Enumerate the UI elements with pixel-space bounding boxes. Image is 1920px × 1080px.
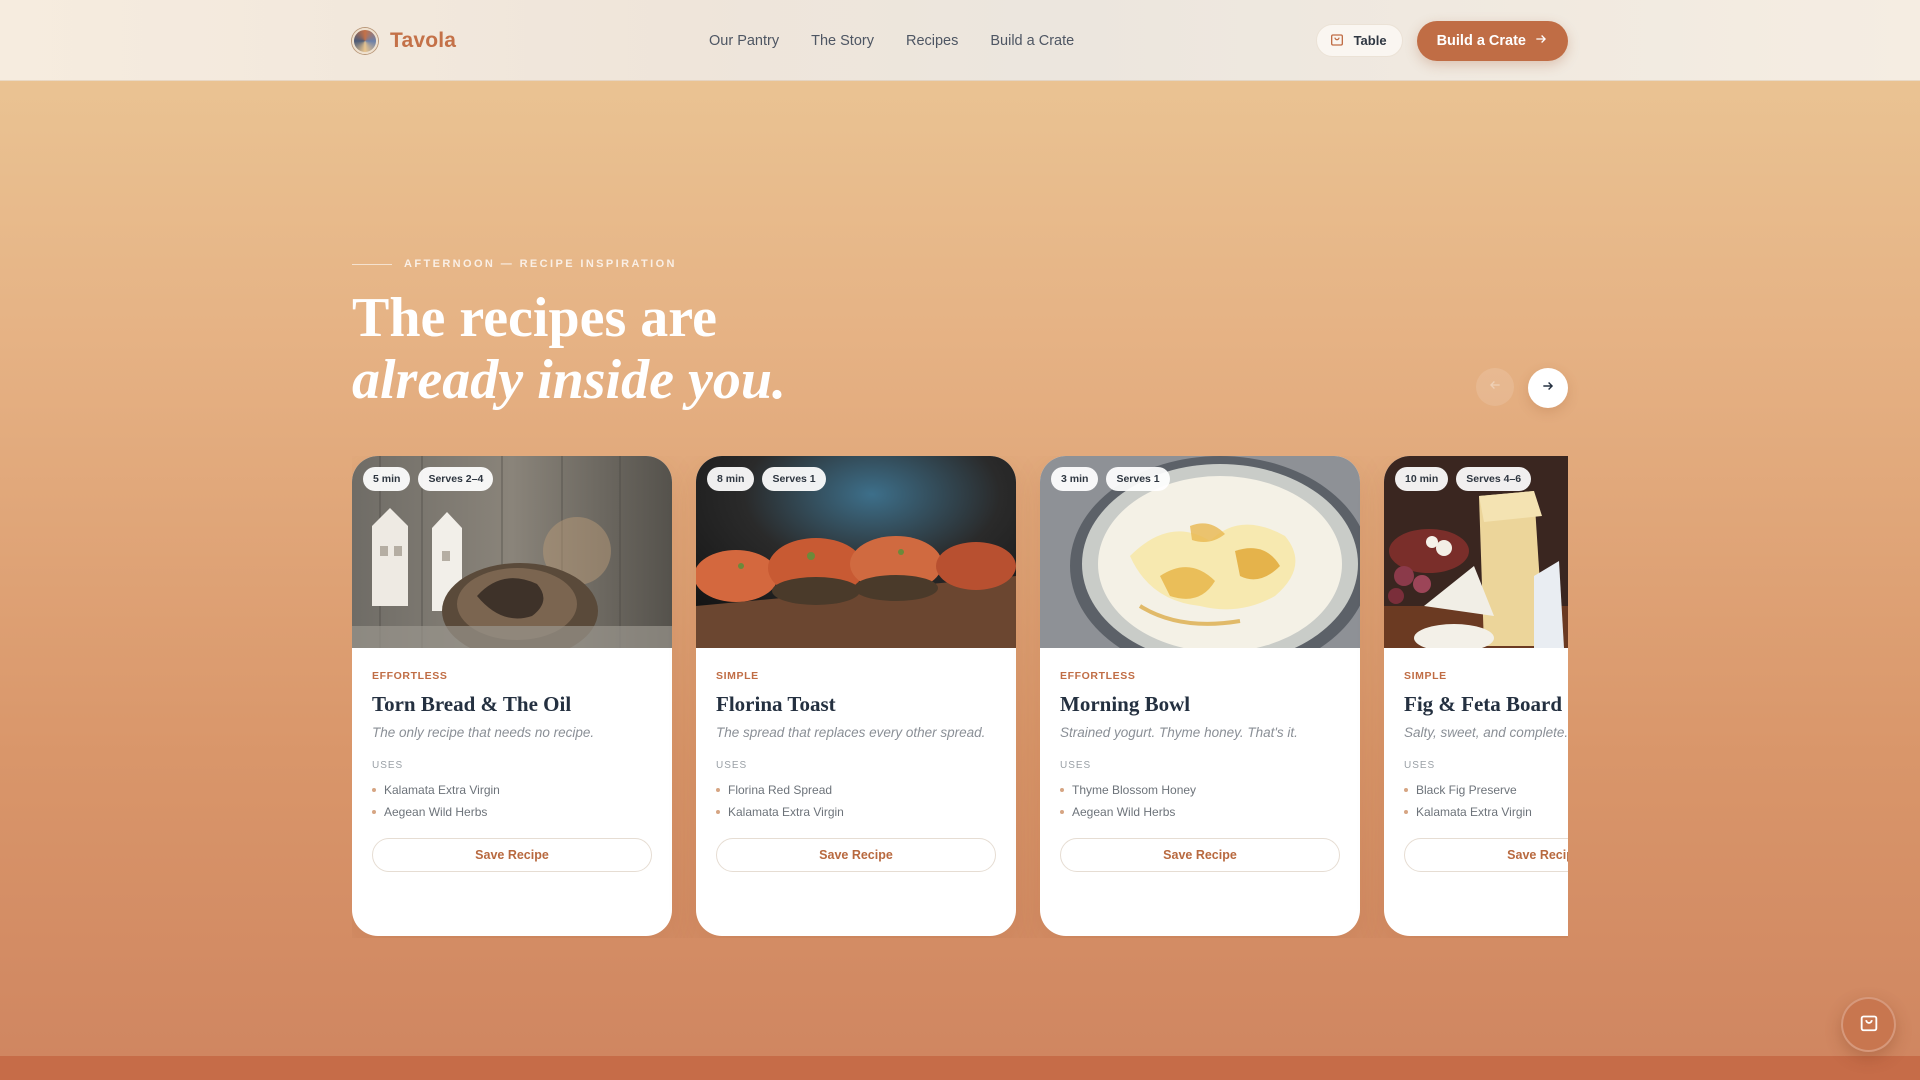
recipe-description: The only recipe that needs no recipe. — [372, 725, 595, 740]
recipe-title: Morning Bowl — [1060, 692, 1191, 716]
bullet-icon — [1060, 788, 1064, 792]
recipe-description: Salty, sweet, and complete. — [1404, 725, 1568, 740]
recipe-card[interactable]: 3 min Serves 1 EFFORTLESS Morning Bowl S… — [1040, 456, 1360, 936]
shopping-bag-icon — [1329, 31, 1345, 50]
carousel-next-button[interactable] — [1528, 368, 1568, 408]
uses-item: Black Fig Preserve — [1404, 779, 1568, 801]
recipe-image: 8 min Serves 1 — [696, 456, 1016, 648]
table-button[interactable]: Table — [1315, 24, 1403, 57]
recipe-image: 3 min Serves 1 — [1040, 456, 1360, 676]
nav-link-build-a-crate[interactable]: Build a Crate — [990, 33, 1074, 49]
bottom-band — [0, 1056, 1920, 1080]
recipe-card[interactable]: 8 min Serves 1 SIMPLE Florina Toast The … — [696, 456, 1016, 936]
save-recipe-button[interactable]: Save Recipe — [372, 838, 652, 872]
carousel-prev-button[interactable] — [1476, 368, 1514, 406]
uses-item-label: Thyme Blossom Honey — [1072, 783, 1197, 797]
uses-item-label: Kalamata Extra Virgin — [1416, 805, 1532, 819]
hero-title-line1: The recipes are — [352, 287, 717, 349]
uses-item-label: Black Fig Preserve — [1416, 783, 1517, 797]
uses-item-label: Florina Red Spread — [728, 783, 833, 797]
uses-list: Kalamata Extra Virgin Aegean Wild Herbs — [372, 779, 652, 823]
brand-logo[interactable]: Tavola — [352, 27, 457, 54]
uses-list: Thyme Blossom Honey Aegean Wild Herbs — [1060, 779, 1340, 823]
uses-item: Florina Red Spread — [716, 779, 996, 801]
uses-item: Aegean Wild Herbs — [372, 801, 652, 823]
build-a-crate-label: Build a Crate — [1436, 32, 1526, 49]
time-badge: 3 min — [1051, 467, 1099, 491]
build-a-crate-button[interactable]: Build a Crate — [1416, 20, 1568, 61]
recipe-description: Strained yogurt. Thyme honey. That's it. — [1060, 725, 1298, 740]
table-button-label: Table — [1353, 33, 1387, 48]
recipe-title: Torn Bread & The Oil — [372, 692, 572, 716]
uses-label: USES — [372, 760, 404, 771]
bullet-icon — [372, 788, 376, 792]
hero-title-line2: already inside you. — [352, 349, 786, 411]
nav-link-recipes[interactable]: Recipes — [906, 33, 958, 49]
save-recipe-button[interactable]: Save Recipe — [716, 838, 996, 872]
uses-item-label: Aegean Wild Herbs — [384, 805, 488, 819]
recipe-carousel: 5 min Serves 2–4 EFFORTLESS Torn Bread &… — [352, 456, 1568, 938]
floating-cart-button[interactable] — [1841, 997, 1896, 1052]
hero-title: The recipes are already inside you. — [352, 284, 786, 408]
arrow-right-icon — [1534, 32, 1548, 50]
recipe-description: The spread that replaces every other spr… — [716, 725, 986, 740]
recipe-image: 5 min Serves 2–4 — [352, 456, 672, 659]
hero-eyebrow: AFTERNOON — RECIPE INSPIRATION — [352, 258, 677, 270]
recipe-card[interactable]: 5 min Serves 2–4 EFFORTLESS Torn Bread &… — [352, 456, 672, 936]
uses-item: Aegean Wild Herbs — [1060, 801, 1340, 823]
top-nav: Tavola Our Pantry The Story Recipes Buil… — [0, 0, 1920, 81]
shopping-bag-icon — [1858, 1011, 1880, 1038]
nav-links: Our Pantry The Story Recipes Build a Cra… — [709, 33, 1074, 49]
nav-link-our-pantry[interactable]: Our Pantry — [709, 33, 779, 49]
recipe-title: Fig & Feta Board — [1404, 692, 1563, 716]
uses-item-label: Kalamata Extra Virgin — [728, 805, 844, 819]
recipe-tag: SIMPLE — [716, 670, 759, 682]
uses-label: USES — [1060, 760, 1092, 771]
recipe-title: Florina Toast — [716, 692, 836, 716]
bullet-icon — [716, 788, 720, 792]
recipe-card[interactable]: 10 min Serves 4–6 SIMPLE Fig & Feta Boar… — [1384, 456, 1568, 936]
save-recipe-button[interactable]: Save Recipe — [1060, 838, 1340, 872]
recipe-tag: EFFORTLESS — [372, 670, 448, 682]
uses-item: Kalamata Extra Virgin — [716, 801, 996, 823]
arrow-right-icon — [1541, 379, 1555, 398]
serves-badge: Serves 1 — [762, 467, 826, 491]
recipe-image: 10 min Serves 4–6 — [1384, 456, 1568, 652]
uses-item: Kalamata Extra Virgin — [1404, 801, 1568, 823]
recipe-tag: SIMPLE — [1404, 670, 1447, 682]
uses-label: USES — [1404, 760, 1436, 771]
arrow-left-icon — [1488, 378, 1502, 397]
bullet-icon — [372, 810, 376, 814]
serves-badge: Serves 2–4 — [418, 467, 494, 491]
serves-badge: Serves 1 — [1106, 467, 1170, 491]
uses-item: Kalamata Extra Virgin — [372, 779, 652, 801]
time-badge: 10 min — [1395, 467, 1449, 491]
logo-mark-icon — [352, 27, 378, 54]
recipe-tag: EFFORTLESS — [1060, 670, 1136, 682]
uses-item-label: Aegean Wild Herbs — [1072, 805, 1176, 819]
serves-badge: Serves 4–6 — [1456, 467, 1532, 491]
bullet-icon — [1404, 788, 1408, 792]
nav-link-the-story[interactable]: The Story — [811, 33, 874, 49]
uses-item: Thyme Blossom Honey — [1060, 779, 1340, 801]
uses-item-label: Kalamata Extra Virgin — [384, 783, 500, 797]
time-badge: 8 min — [707, 467, 755, 491]
uses-list: Black Fig Preserve Kalamata Extra Virgin — [1404, 779, 1568, 823]
uses-list: Florina Red Spread Kalamata Extra Virgin — [716, 779, 996, 823]
eyebrow-divider — [352, 263, 392, 265]
bullet-icon — [716, 810, 720, 814]
bullet-icon — [1060, 810, 1064, 814]
eyebrow-text: AFTERNOON — RECIPE INSPIRATION — [404, 258, 677, 270]
brand-name: Tavola — [390, 28, 457, 52]
save-recipe-button[interactable]: Save Recipe — [1404, 838, 1568, 872]
time-badge: 5 min — [363, 467, 411, 491]
uses-label: USES — [716, 760, 748, 771]
bullet-icon — [1404, 810, 1408, 814]
